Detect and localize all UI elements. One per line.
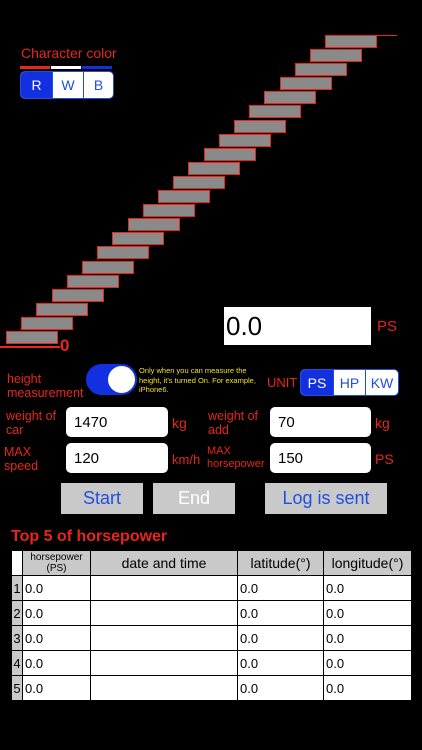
cell-date-time xyxy=(90,650,238,676)
row-number: 2 xyxy=(11,600,23,626)
cell-latitude: 0.0 xyxy=(237,600,324,626)
stair-step xyxy=(264,91,317,105)
table-row: 3 0.0 0.0 0.0 xyxy=(11,625,412,651)
stair-step xyxy=(6,331,58,344)
max-horsepower-unit: PS xyxy=(375,451,394,467)
table-row: 1 0.0 0.0 0.0 xyxy=(11,575,412,601)
stair-step xyxy=(203,147,256,161)
stair-step xyxy=(51,288,104,302)
top5-title: Top 5 of horsepower xyxy=(11,528,168,545)
header-date-time: date and time xyxy=(90,550,238,576)
cell-latitude: 0.0 xyxy=(237,650,324,676)
table-row: 5 0.0 0.0 0.0 xyxy=(11,675,412,701)
cell-date-time xyxy=(90,675,238,701)
stair-step xyxy=(21,316,74,330)
log-is-sent-button[interactable]: Log is sent xyxy=(265,483,387,514)
stair-top-edge xyxy=(377,34,398,37)
cell-date-time xyxy=(90,600,238,626)
stair-step xyxy=(36,302,89,316)
stair-step xyxy=(218,133,271,147)
cell-longitude: 0.0 xyxy=(323,625,412,651)
cell-date-time xyxy=(90,625,238,651)
table-row: 4 0.0 0.0 0.0 xyxy=(11,650,412,676)
row-number: 1 xyxy=(11,575,23,601)
stair-step xyxy=(82,260,134,274)
cell-longitude: 0.0 xyxy=(323,675,412,701)
height-readout: 0 xyxy=(60,336,70,355)
cell-horsepower: 0.0 xyxy=(22,675,91,701)
stair-step xyxy=(112,232,165,246)
stair-step xyxy=(142,204,195,218)
stair-step xyxy=(325,34,378,48)
weight-of-car-unit: kg xyxy=(172,415,187,431)
max-speed-input[interactable]: 120 xyxy=(66,443,168,473)
cell-latitude: 0.0 xyxy=(237,675,324,701)
top5-table: horsepower (PS) date and time latitude(°… xyxy=(11,550,412,701)
height-measurement-note: Only when you can measure the height, it… xyxy=(139,366,256,394)
start-button[interactable]: Start xyxy=(61,483,143,514)
cell-latitude: 0.0 xyxy=(237,625,324,651)
unit-option-ps[interactable]: PS xyxy=(301,370,333,395)
cell-longitude: 0.0 xyxy=(323,600,412,626)
stair-step xyxy=(279,77,332,91)
cell-horsepower: 0.0 xyxy=(22,575,91,601)
stair-step xyxy=(173,175,226,189)
toggle-knob xyxy=(108,366,135,393)
stair-step xyxy=(158,190,210,203)
header-latitude: latitude(°) xyxy=(237,550,324,576)
height-measurement-toggle[interactable] xyxy=(86,364,137,395)
cell-horsepower: 0.0 xyxy=(22,600,91,626)
row-number: 5 xyxy=(11,675,23,701)
unit-option-hp[interactable]: HP xyxy=(333,370,365,395)
stair-step xyxy=(294,63,347,77)
stair-step xyxy=(310,49,362,62)
weight-of-car-label: weight of car xyxy=(6,409,57,437)
cell-longitude: 0.0 xyxy=(323,650,412,676)
header-horsepower: horsepower (PS) xyxy=(22,550,91,576)
stair-step xyxy=(66,274,119,288)
stair-bottom-edge xyxy=(0,346,60,348)
table-corner xyxy=(11,550,23,576)
staircase-graphic xyxy=(0,0,422,360)
weight-of-add-input[interactable]: 70 xyxy=(270,407,371,437)
stair-step xyxy=(97,246,150,260)
unit-segmented-control[interactable]: PS HP KW xyxy=(300,369,399,396)
max-horsepower-label: MAX horsepower xyxy=(207,445,265,470)
unit-option-kw[interactable]: KW xyxy=(365,370,398,395)
cell-horsepower: 0.0 xyxy=(22,650,91,676)
table-header-row: horsepower (PS) date and time latitude(°… xyxy=(11,550,412,576)
stair-step xyxy=(249,105,302,119)
height-measurement-label: height measurement xyxy=(7,372,84,400)
power-unit-label: PS xyxy=(377,318,398,335)
weight-of-add-label: weight of add xyxy=(208,409,259,437)
row-number: 3 xyxy=(11,625,23,651)
row-number: 4 xyxy=(11,650,23,676)
stair-step xyxy=(188,161,241,175)
cell-date-time xyxy=(90,575,238,601)
table-row: 2 0.0 0.0 0.0 xyxy=(11,600,412,626)
weight-of-car-input[interactable]: 1470 xyxy=(66,407,168,437)
max-speed-label: MAX speed xyxy=(4,445,39,473)
header-longitude: longitude(°) xyxy=(323,550,412,576)
end-button[interactable]: End xyxy=(153,483,235,514)
stair-step xyxy=(127,218,180,232)
cell-longitude: 0.0 xyxy=(323,575,412,601)
stair-step xyxy=(234,119,286,133)
weight-of-add-unit: kg xyxy=(375,415,390,431)
max-horsepower-input[interactable]: 150 xyxy=(270,443,371,473)
max-speed-unit: km/h xyxy=(172,452,201,467)
cell-latitude: 0.0 xyxy=(237,575,324,601)
unit-label: UNIT xyxy=(267,375,298,390)
cell-horsepower: 0.0 xyxy=(22,625,91,651)
power-value-display: 0.0 xyxy=(224,307,371,345)
